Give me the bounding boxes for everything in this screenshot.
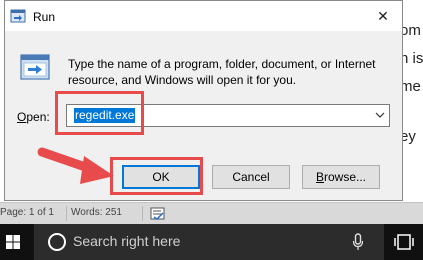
dialog-titlebar[interactable]: Run ✕ (5, 1, 402, 31)
windows-start-icon[interactable] (0, 224, 34, 260)
task-view-icon[interactable] (394, 233, 414, 251)
background-text-fragment: om (400, 22, 421, 39)
microphone-icon[interactable] (352, 233, 364, 251)
close-button[interactable]: ✕ (364, 1, 402, 31)
search-circle-icon (48, 233, 66, 251)
status-words[interactable]: Words: 251 (71, 207, 122, 218)
background-text-fragment: n is (400, 50, 423, 67)
browse-button[interactable]: Browse... (302, 165, 380, 189)
background-text-fragment: me (400, 78, 421, 95)
search-placeholder: Search right here (73, 233, 181, 249)
status-page[interactable]: Page: 1 of 1 (0, 207, 54, 218)
dialog-title: Run (33, 10, 56, 24)
taskbar-search-box[interactable]: Search right here (34, 224, 384, 260)
status-divider (142, 206, 143, 221)
input-highlight-box (55, 91, 144, 135)
document-status-bar: Page: 1 of 1 Words: 251 (0, 202, 423, 225)
open-label: Open: (17, 110, 50, 124)
close-icon: ✕ (377, 8, 389, 24)
proofing-icon[interactable] (150, 207, 166, 221)
status-divider (66, 206, 67, 221)
taskbar: Search right here (0, 224, 423, 260)
cancel-button[interactable]: Cancel (212, 165, 290, 189)
run-title-icon (10, 9, 26, 23)
ok-highlight-box (110, 157, 203, 195)
run-icon (20, 54, 50, 80)
dialog-description: Type the name of a program, folder, docu… (68, 57, 376, 87)
combo-arrow-icon[interactable] (375, 111, 385, 119)
red-arrow-icon (37, 147, 114, 184)
